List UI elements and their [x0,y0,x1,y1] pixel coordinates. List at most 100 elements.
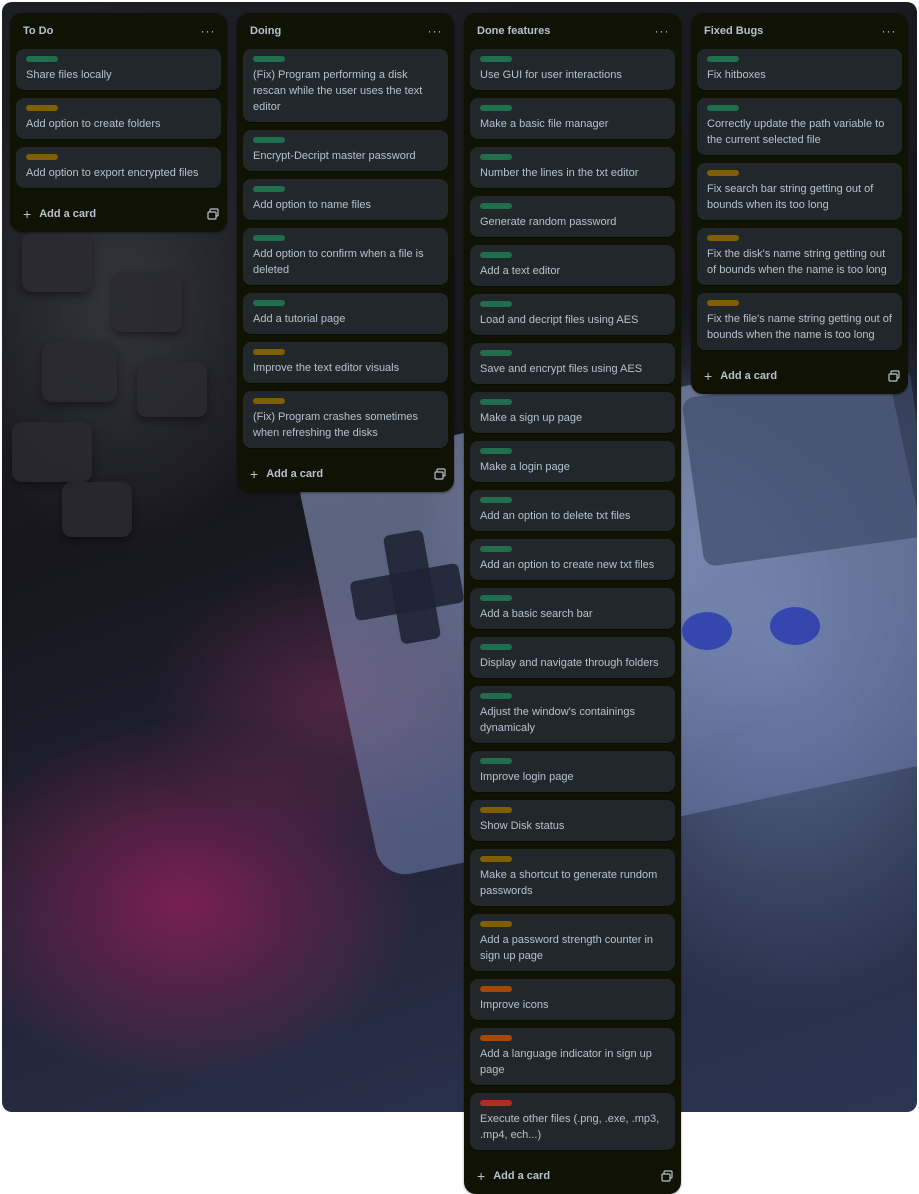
card-label-yellow[interactable] [480,807,512,813]
card[interactable]: Correctly update the path variable to th… [697,98,902,155]
card-label-green[interactable] [480,252,512,258]
card-label-green[interactable] [480,350,512,356]
card-label-green[interactable] [253,137,285,143]
card-label-green[interactable] [480,497,512,503]
card[interactable]: Add option to name files [243,179,448,220]
card-label-green[interactable] [480,203,512,209]
more-horizontal-icon[interactable]: ··· [424,24,446,38]
card[interactable]: Fix search bar string getting out of bou… [697,163,902,220]
add-card-button[interactable]: + Add a card [704,368,777,384]
card-label-green[interactable] [253,56,285,62]
card[interactable]: Improve the text editor visuals [243,342,448,383]
card-label-green[interactable] [480,546,512,552]
add-card-label: Add a card [493,1170,551,1182]
card-label-yellow[interactable] [253,398,285,404]
card-label-green[interactable] [480,758,512,764]
card[interactable]: Generate random password [470,196,675,237]
card-label-green[interactable] [707,105,739,111]
card[interactable]: Add an option to delete txt files [470,490,675,531]
card[interactable]: Make a basic file manager [470,98,675,139]
card-label-orange[interactable] [480,1035,512,1041]
card-label-orange[interactable] [480,986,512,992]
card-label-green[interactable] [253,300,285,306]
list-header: To Do ··· [10,13,227,49]
add-card-button[interactable]: + Add a card [477,1168,550,1184]
card-label-yellow[interactable] [26,105,58,111]
card-label-green[interactable] [480,399,512,405]
list-fixed-bugs: Fixed Bugs ··· Fix hitboxes Correctly upd… [691,13,908,394]
card[interactable]: Fix the file's name string getting out o… [697,293,902,350]
card[interactable]: (Fix) Program crashes sometimes when ref… [243,391,448,448]
card-label-green[interactable] [480,595,512,601]
card-label-green[interactable] [26,56,58,62]
card-label-yellow[interactable] [480,921,512,927]
plus-icon: + [477,1168,486,1184]
card-label-yellow[interactable] [26,154,58,160]
card[interactable]: Add an option to create new txt files [470,539,675,580]
card-label-green[interactable] [480,105,512,111]
card[interactable]: Load and decript files using AES [470,294,675,335]
card[interactable]: Add a password strength counter in sign … [470,914,675,971]
card[interactable]: Display and navigate through folders [470,637,675,678]
card[interactable]: Encrypt-Decript master password [243,130,448,171]
card-label-green[interactable] [480,301,512,307]
card[interactable]: Show Disk status [470,800,675,841]
card-title: Make a sign up page [480,412,583,424]
card[interactable]: Share files locally [16,49,221,90]
add-card-row: + Add a card [691,358,908,394]
card[interactable]: Make a login page [470,441,675,482]
card-label-yellow[interactable] [707,235,739,241]
card[interactable]: Add a tutorial page [243,293,448,334]
card-label-red[interactable] [480,1100,512,1106]
card-label-green[interactable] [480,693,512,699]
background-decoration [12,422,92,482]
card-template-icon[interactable] [207,208,219,220]
add-card-button[interactable]: + Add a card [250,466,323,482]
card[interactable]: (Fix) Program performing a disk rescan w… [243,49,448,122]
card-label-green[interactable] [480,56,512,62]
card-label-yellow[interactable] [253,349,285,355]
card-label-green[interactable] [480,448,512,454]
card[interactable]: Adjust the window's containings dynamica… [470,686,675,743]
card[interactable]: Add option to create folders [16,98,221,139]
plus-icon: + [704,368,713,384]
card[interactable]: Execute other files (.png, .exe, .mp3, .… [470,1093,675,1150]
add-card-button[interactable]: + Add a card [23,206,96,222]
card[interactable]: Fix hitboxes [697,49,902,90]
card[interactable]: Add a basic search bar [470,588,675,629]
card-label-green[interactable] [707,56,739,62]
card[interactable]: Make a shortcut to generate rundom passw… [470,849,675,906]
card-label-green[interactable] [480,154,512,160]
card-title: Show Disk status [480,820,565,832]
card[interactable]: Add a language indicator in sign up page [470,1028,675,1085]
card-label-green[interactable] [253,186,285,192]
card[interactable]: Improve login page [470,751,675,792]
card-title: Improve icons [480,999,549,1011]
card[interactable]: Add option to export encrypted files [16,147,221,188]
card[interactable]: Add option to confirm when a file is del… [243,228,448,285]
card[interactable]: Use GUI for user interactions [470,49,675,90]
card-label-yellow[interactable] [707,170,739,176]
card[interactable]: Number the lines in the txt editor [470,147,675,188]
more-horizontal-icon[interactable]: ··· [651,24,673,38]
card-container: Fix hitboxes Correctly update the path va… [691,49,908,350]
card-template-icon[interactable] [888,370,900,382]
card[interactable]: Save and encrypt files using AES [470,343,675,384]
card-label-green[interactable] [480,644,512,650]
card[interactable]: Add a text editor [470,245,675,286]
more-horizontal-icon[interactable]: ··· [878,24,900,38]
list-title: To Do [23,25,54,37]
card-container: (Fix) Program performing a disk rescan w… [237,49,454,448]
card[interactable]: Make a sign up page [470,392,675,433]
card-title: Share files locally [26,69,112,81]
card-template-icon[interactable] [434,468,446,480]
card[interactable]: Fix the disk's name string getting out o… [697,228,902,285]
card-title: Save and encrypt files using AES [480,363,643,375]
card-label-yellow[interactable] [707,300,739,306]
card[interactable]: Improve icons [470,979,675,1020]
card-title: Add option to confirm when a file is del… [253,248,424,276]
card-label-yellow[interactable] [480,856,512,862]
more-horizontal-icon[interactable]: ··· [197,24,219,38]
card-label-green[interactable] [253,235,285,241]
card-template-icon[interactable] [661,1170,673,1182]
